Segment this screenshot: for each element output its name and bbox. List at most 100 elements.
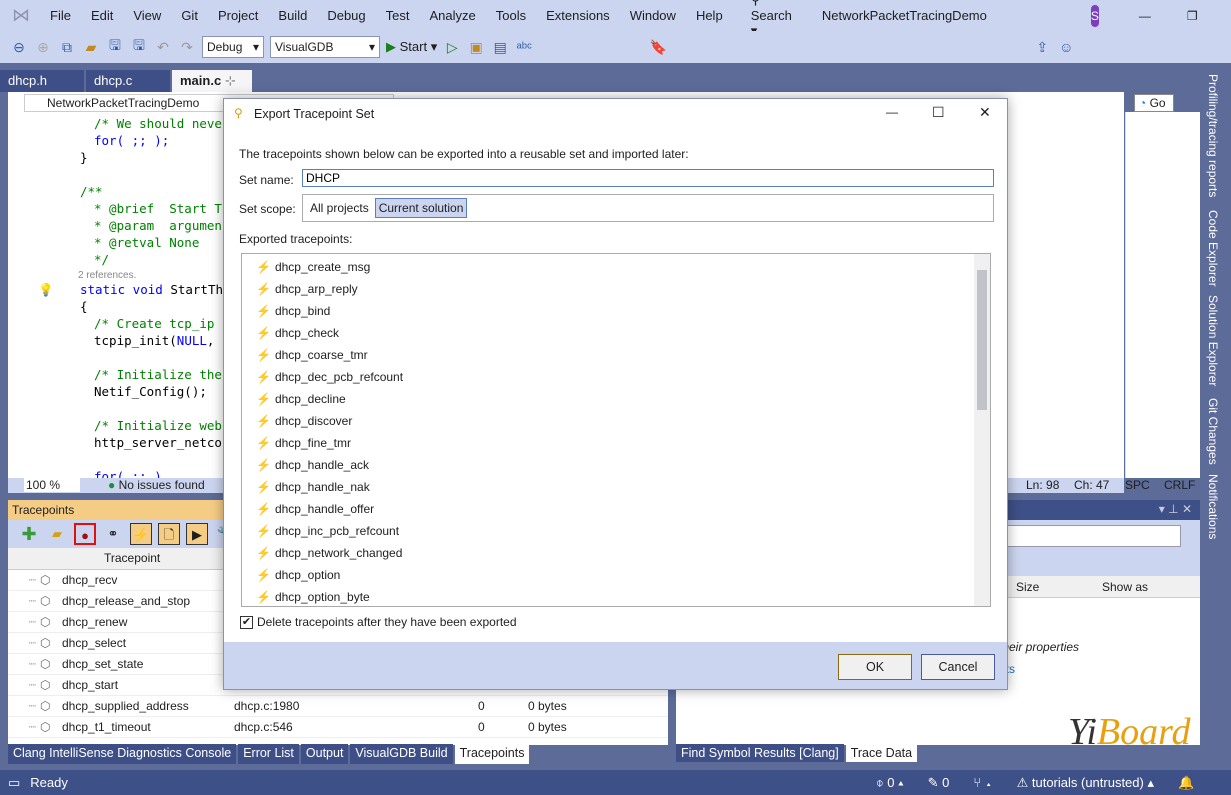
column-header-size[interactable]: Size: [1016, 580, 1039, 594]
new-folder-icon[interactable]: ▰: [46, 523, 68, 545]
toggle-tracing-icon[interactable]: ⚡: [130, 523, 152, 545]
tab-dhcp-c[interactable]: dhcp.c: [86, 70, 170, 92]
exported-tracepoint-item[interactable]: ⚡ dhcp_option_byte: [242, 586, 990, 606]
undo-icon[interactable]: ↶: [154, 39, 172, 56]
menu-file[interactable]: File: [40, 8, 81, 23]
scope-all-projects[interactable]: All projects: [306, 198, 373, 218]
dialog-maximize-button[interactable]: ☐: [932, 104, 945, 121]
bottom-tab-find-symbol-results-clang-[interactable]: Find Symbol Results [Clang]: [676, 744, 844, 762]
feedback-icon[interactable]: ☺: [1057, 39, 1075, 55]
avatar[interactable]: S: [1090, 4, 1099, 27]
line-ending[interactable]: CRLF: [1164, 478, 1195, 492]
repository-indicator[interactable]: ⚠ tutorials (untrusted) ▴: [1017, 775, 1154, 791]
find-in-files-icon[interactable]: ▣: [467, 39, 485, 56]
panel-controls[interactable]: ▾ ⊥ ✕: [1159, 502, 1192, 516]
menu-test[interactable]: Test: [376, 8, 420, 23]
save-icon[interactable]: 🖫: [106, 35, 124, 59]
scrollbar-thumb[interactable]: [977, 270, 987, 410]
menu-edit[interactable]: Edit: [81, 8, 123, 23]
start-button[interactable]: ▶ Start ▾: [386, 39, 437, 55]
menu-view[interactable]: View: [123, 8, 171, 23]
exported-tracepoint-item[interactable]: ⚡ dhcp_dec_pcb_refcount: [242, 366, 990, 388]
menu-project[interactable]: Project: [208, 8, 268, 23]
lightbulb-icon[interactable]: 💡: [38, 282, 54, 298]
scope-current-solution[interactable]: Current solution: [374, 198, 468, 218]
whitespace-mode[interactable]: SPC: [1125, 478, 1150, 492]
exported-tracepoint-item[interactable]: ⚡ dhcp_arp_reply: [242, 278, 990, 300]
list-scrollbar[interactable]: [974, 254, 990, 606]
platform-select[interactable]: VisualGDB: [270, 36, 380, 58]
menu-window[interactable]: Window: [620, 8, 686, 23]
exported-tracepoint-item[interactable]: ⚡ dhcp_handle_offer: [242, 498, 990, 520]
menu-analyze[interactable]: Analyze: [419, 8, 485, 23]
branch-indicator[interactable]: ⑂ ▴: [973, 775, 992, 790]
forward-icon[interactable]: ⊕: [34, 39, 52, 56]
pin-icon[interactable]: ⊹: [225, 73, 236, 88]
configuration-select[interactable]: Debug: [202, 36, 264, 58]
tab-notifications[interactable]: Notifications: [1206, 474, 1220, 539]
tracepoint-row[interactable]: ┈ ⬡ dhcp_t1_timeout dhcp.c:546 0 0 bytes: [8, 717, 668, 738]
bottom-tab-output[interactable]: Output: [300, 744, 349, 764]
exported-tracepoint-item[interactable]: ⚡ dhcp_discover: [242, 410, 990, 432]
tab-solution-explorer[interactable]: Solution Explorer: [1206, 295, 1220, 386]
issues-status[interactable]: ● No issues found: [108, 478, 205, 492]
export-tracepoints-icon[interactable]: ●: [74, 523, 96, 545]
restore-button[interactable]: ❐: [1187, 9, 1198, 23]
tab-profiling-reports[interactable]: Profiling/tracing reports: [1206, 74, 1220, 197]
commits-indicator[interactable]: ⌽ 0 ▴: [876, 775, 904, 791]
link-icon[interactable]: ⚭: [102, 523, 124, 545]
tab-code-explorer[interactable]: Code Explorer: [1206, 210, 1220, 287]
new-project-icon[interactable]: ⧉: [58, 39, 76, 56]
add-icon[interactable]: ✚: [18, 523, 40, 545]
edits-indicator[interactable]: ✎ 0: [928, 775, 950, 791]
dialog-close-button[interactable]: ✕: [979, 104, 991, 121]
bottom-tab-error-list[interactable]: Error List: [238, 744, 299, 764]
save-all-icon[interactable]: 🖫: [130, 35, 148, 59]
column-header-show-as[interactable]: Show as: [1102, 580, 1148, 594]
exported-tracepoint-item[interactable]: ⚡ dhcp_coarse_tmr: [242, 344, 990, 366]
exported-tracepoints-list[interactable]: ⚡ dhcp_create_msg ⚡ dhcp_arp_reply ⚡ dhcp_bin…: [241, 253, 991, 607]
notifications-bell-icon[interactable]: 🔔: [1178, 775, 1194, 791]
bottom-tab-trace-data[interactable]: Trace Data: [845, 744, 918, 762]
document-icon[interactable]: 🗋: [158, 523, 180, 545]
exported-tracepoint-item[interactable]: ⚡ dhcp_decline: [242, 388, 990, 410]
tag-icon[interactable]: ▶: [186, 523, 208, 545]
tab-git-changes[interactable]: Git Changes: [1206, 398, 1220, 465]
exported-tracepoint-item[interactable]: ⚡ dhcp_handle_ack: [242, 454, 990, 476]
start-without-debugging-icon[interactable]: ▷: [443, 39, 461, 56]
delete-after-export-checkbox[interactable]: ✔ Delete tracepoints after they have bee…: [240, 615, 517, 629]
references-codelens[interactable]: 2 references.: [78, 270, 136, 281]
share-icon[interactable]: ⇪: [1033, 39, 1051, 56]
bottom-tab-clang-intellisense-diagnostics-console[interactable]: Clang IntelliSense Diagnostics Console: [8, 744, 237, 764]
menu-debug[interactable]: Debug: [317, 8, 375, 23]
tab-dhcp-h[interactable]: dhcp.h: [0, 70, 84, 92]
zoom-select[interactable]: 100 %: [24, 478, 80, 492]
ok-button[interactable]: OK: [838, 654, 912, 680]
exported-tracepoint-item[interactable]: ⚡ dhcp_inc_pcb_refcount: [242, 520, 990, 542]
menu-tools[interactable]: Tools: [486, 8, 536, 23]
exported-tracepoint-item[interactable]: ⚡ dhcp_network_changed: [242, 542, 990, 564]
minimize-button[interactable]: —: [1139, 9, 1151, 23]
cancel-button[interactable]: Cancel: [921, 654, 995, 680]
exported-tracepoint-item[interactable]: ⚡ dhcp_create_msg: [242, 256, 990, 278]
exported-tracepoint-item[interactable]: ⚡ dhcp_check: [242, 322, 990, 344]
redo-icon[interactable]: ↷: [178, 39, 196, 56]
set-name-input[interactable]: [302, 169, 994, 187]
menu-build[interactable]: Build: [268, 8, 317, 23]
exported-tracepoint-item[interactable]: ⚡ dhcp_handle_nak: [242, 476, 990, 498]
exported-tracepoint-item[interactable]: ⚡ dhcp_option: [242, 564, 990, 586]
open-folder-icon[interactable]: ▰: [82, 39, 100, 56]
dialog-minimize-button[interactable]: —: [886, 105, 898, 119]
exported-tracepoint-item[interactable]: ⚡ dhcp_fine_tmr: [242, 432, 990, 454]
go-button[interactable]: ◔ Go: [1134, 94, 1174, 112]
tracepoint-row[interactable]: ┈ ⬡ dhcp_supplied_address dhcp.c:1980 0 0 byt…: [8, 696, 668, 717]
exported-tracepoint-item[interactable]: ⚡ dhcp_bind: [242, 300, 990, 322]
spellcheck-icon[interactable]: ᵃᵇᶜ: [515, 39, 533, 55]
menu-help[interactable]: Help: [686, 8, 733, 23]
back-icon[interactable]: ⊖: [10, 39, 28, 56]
menu-extensions[interactable]: Extensions: [536, 8, 620, 23]
window-layout-icon[interactable]: ▤: [491, 39, 509, 56]
bookmark-icon[interactable]: 🔖: [649, 39, 667, 56]
code-minimap[interactable]: [1125, 112, 1200, 478]
tab-main-c[interactable]: main.c ⊹ ✕: [172, 70, 252, 104]
